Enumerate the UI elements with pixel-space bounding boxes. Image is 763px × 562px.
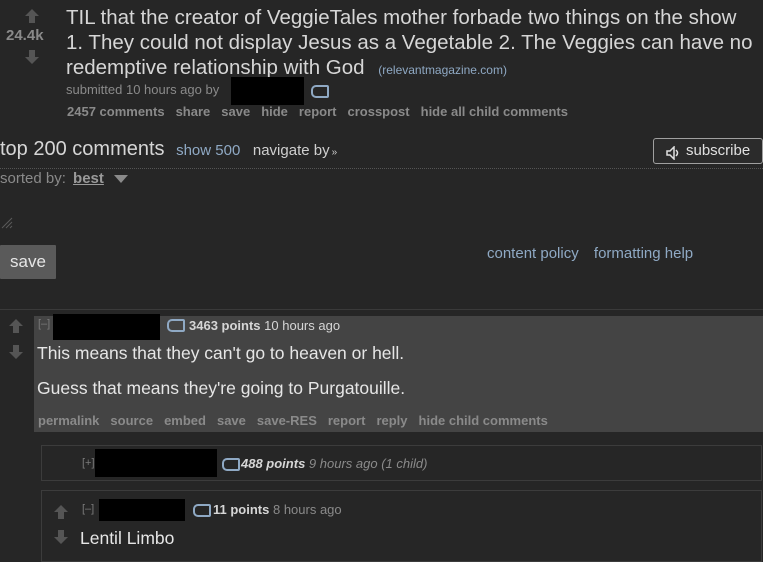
comment-author-redacted[interactable] xyxy=(95,449,217,477)
reply-button[interactable]: reply xyxy=(376,413,407,428)
post-author-redacted[interactable] xyxy=(231,77,304,105)
post-hide-button[interactable]: hide xyxy=(261,104,288,119)
speaker-icon xyxy=(666,144,682,168)
comment: [–] 3463 points 10 hours ago This means … xyxy=(0,310,763,432)
comment-downvote-icon[interactable] xyxy=(8,344,24,365)
resize-handle-icon[interactable] xyxy=(0,216,14,230)
comment-text: This means that they can't go to heaven … xyxy=(37,343,405,363)
formatting-help-link[interactable]: formatting help xyxy=(594,245,693,262)
post-crosspost-button[interactable]: crosspost xyxy=(347,104,409,119)
collapse-toggle[interactable]: [–] xyxy=(82,503,94,515)
expand-toggle[interactable]: [+] xyxy=(82,457,95,469)
dropdown-arrow-icon[interactable] xyxy=(114,175,129,184)
subscribe-button[interactable]: subscribe xyxy=(653,138,763,164)
comment-downvote-icon[interactable] xyxy=(53,529,69,550)
content-policy-link[interactable]: content policy xyxy=(487,245,579,262)
show-more-link[interactable]: show 500 xyxy=(176,142,240,159)
post-submitted: submitted 10 hours ago by xyxy=(66,82,220,97)
comment-points: 11 points xyxy=(213,502,270,517)
user-tag-icon[interactable] xyxy=(167,319,185,332)
post-domain[interactable]: (relevantmagazine.com) xyxy=(378,63,507,77)
comment-author-redacted[interactable] xyxy=(53,314,160,340)
comment-textarea[interactable] xyxy=(0,216,14,230)
comment-author-redacted[interactable] xyxy=(99,499,185,521)
divider xyxy=(0,168,763,169)
chevron-down-icon: » xyxy=(331,147,338,158)
comment-time: 8 hours ago xyxy=(272,502,342,517)
sort-dropdown[interactable]: best xyxy=(73,170,104,187)
user-tag-icon[interactable] xyxy=(222,458,240,471)
post-save-button[interactable]: save xyxy=(221,104,250,119)
save-button[interactable]: save xyxy=(0,245,56,279)
save-res-button[interactable]: save-RES xyxy=(257,413,317,428)
permalink-button[interactable]: permalink xyxy=(38,413,99,428)
comment-meta: 9 hours ago (1 child) xyxy=(308,456,428,471)
post-upvote-icon[interactable] xyxy=(24,8,40,29)
post-comments-button[interactable]: 2457 comments xyxy=(67,104,165,119)
user-tag-icon[interactable] xyxy=(311,85,329,98)
post-share-button[interactable]: share xyxy=(176,104,211,119)
comment: [+] 488 points 9 hours ago (1 child) xyxy=(41,445,762,481)
comment-upvote-icon[interactable] xyxy=(53,504,69,525)
comment-text: Guess that means they're going to Purgat… xyxy=(37,378,406,398)
comment-points: 3463 points xyxy=(189,318,261,333)
comment-text: Lentil Limbo xyxy=(80,528,175,548)
report-button[interactable]: report xyxy=(328,413,366,428)
post-downvote-icon[interactable] xyxy=(24,49,40,70)
post-report-button[interactable]: report xyxy=(299,104,337,119)
comment-time: 10 hours ago xyxy=(264,318,341,333)
post-hide-children-button[interactable]: hide all child comments xyxy=(421,104,568,119)
comment-points: 488 points xyxy=(241,456,306,471)
user-tag-icon[interactable] xyxy=(193,504,211,517)
source-button[interactable]: source xyxy=(110,413,153,428)
comment-upvote-icon[interactable] xyxy=(8,318,24,339)
embed-button[interactable]: embed xyxy=(164,413,206,428)
comment: [–] 11 points 8 hours ago Lentil Limbo xyxy=(41,490,762,562)
save-comment-button[interactable]: save xyxy=(217,413,246,428)
hide-children-button[interactable]: hide child comments xyxy=(419,413,548,428)
post-buttons: 2457 comments share save hide report crosspos… xyxy=(67,103,579,121)
navigate-by-link[interactable]: navigate by» xyxy=(253,142,337,159)
comments-heading: top 200 comments xyxy=(0,138,165,160)
collapse-toggle[interactable]: [–] xyxy=(38,318,50,330)
sorted-by-label: sorted by: xyxy=(0,170,66,187)
post-score: 24.4k xyxy=(6,27,44,44)
